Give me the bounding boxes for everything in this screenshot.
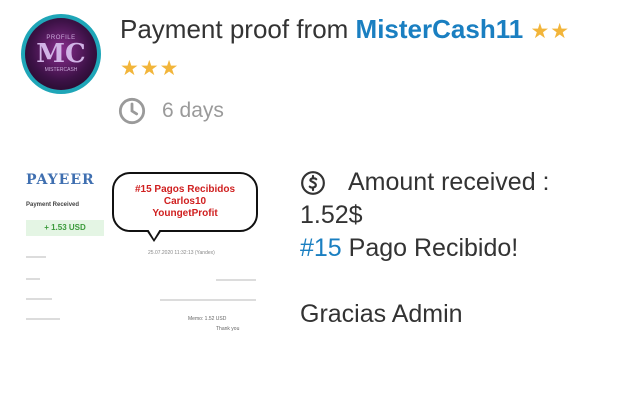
closing-text: Gracias Admin <box>300 300 463 328</box>
annotation-line: #15 Pagos Recibidos <box>134 184 236 195</box>
proof-divider <box>26 298 52 300</box>
proof-divider <box>26 278 40 280</box>
message-text: Pago Recibido! <box>341 234 519 262</box>
proof-divider <box>26 256 46 258</box>
proof-thanks: Thank you <box>216 326 240 332</box>
clock-icon <box>118 97 146 125</box>
title-prefix: Payment proof from <box>120 14 356 44</box>
message-line: #15 Pago Recibido! <box>300 232 610 265</box>
stars-second: ★★★ <box>120 57 180 80</box>
user-avatar[interactable]: PROFILE MC MISTERCASH <box>21 14 101 94</box>
proof-received-label: Payment Received <box>26 202 80 208</box>
time-ago: 6 days <box>162 99 224 122</box>
proof-divider <box>216 279 256 281</box>
annotation-line: YoungetProfit <box>152 208 218 219</box>
dollar-circle-icon <box>301 170 325 195</box>
avatar-monogram: MC <box>36 39 86 69</box>
post-time: 6 days <box>118 96 224 126</box>
payment-proof-image[interactable]: PAYEER Payment Received + 1.53 USD 25.07… <box>20 158 268 343</box>
stars-first: ★★ <box>530 20 571 43</box>
post-title: Payment proof from MisterCash11 ★★ ★★★ <box>120 12 610 86</box>
proof-memo: Memo: 1.52 USD <box>188 316 227 322</box>
avatar-bottom-text: MISTERCASH <box>44 67 78 73</box>
hashtag-link[interactable]: #15 <box>300 234 342 262</box>
amount-row: Amount received : <box>300 166 610 199</box>
proof-brand: PAYEER <box>26 172 95 188</box>
bubble-tail-fill <box>148 229 160 239</box>
amount-label: Amount received : <box>348 168 550 196</box>
amount-value: 1.52$ <box>300 201 363 229</box>
annotation-bubble: #15 Pagos Recibidos Carlos10 YoungetProf… <box>112 172 258 232</box>
username-link[interactable]: MisterCash11 <box>356 14 524 44</box>
payment-details: Amount received : 1.52$ #15 Pago Recibid… <box>300 166 610 331</box>
proof-divider <box>26 318 60 320</box>
proof-date: 25.07.2020 11:32:13 (Yandex) <box>148 250 215 256</box>
annotation-line: Carlos10 <box>163 196 207 207</box>
proof-amount: + 1.53 USD <box>26 220 104 236</box>
avatar-image: PROFILE MC MISTERCASH <box>25 18 97 90</box>
proof-divider <box>160 299 256 301</box>
